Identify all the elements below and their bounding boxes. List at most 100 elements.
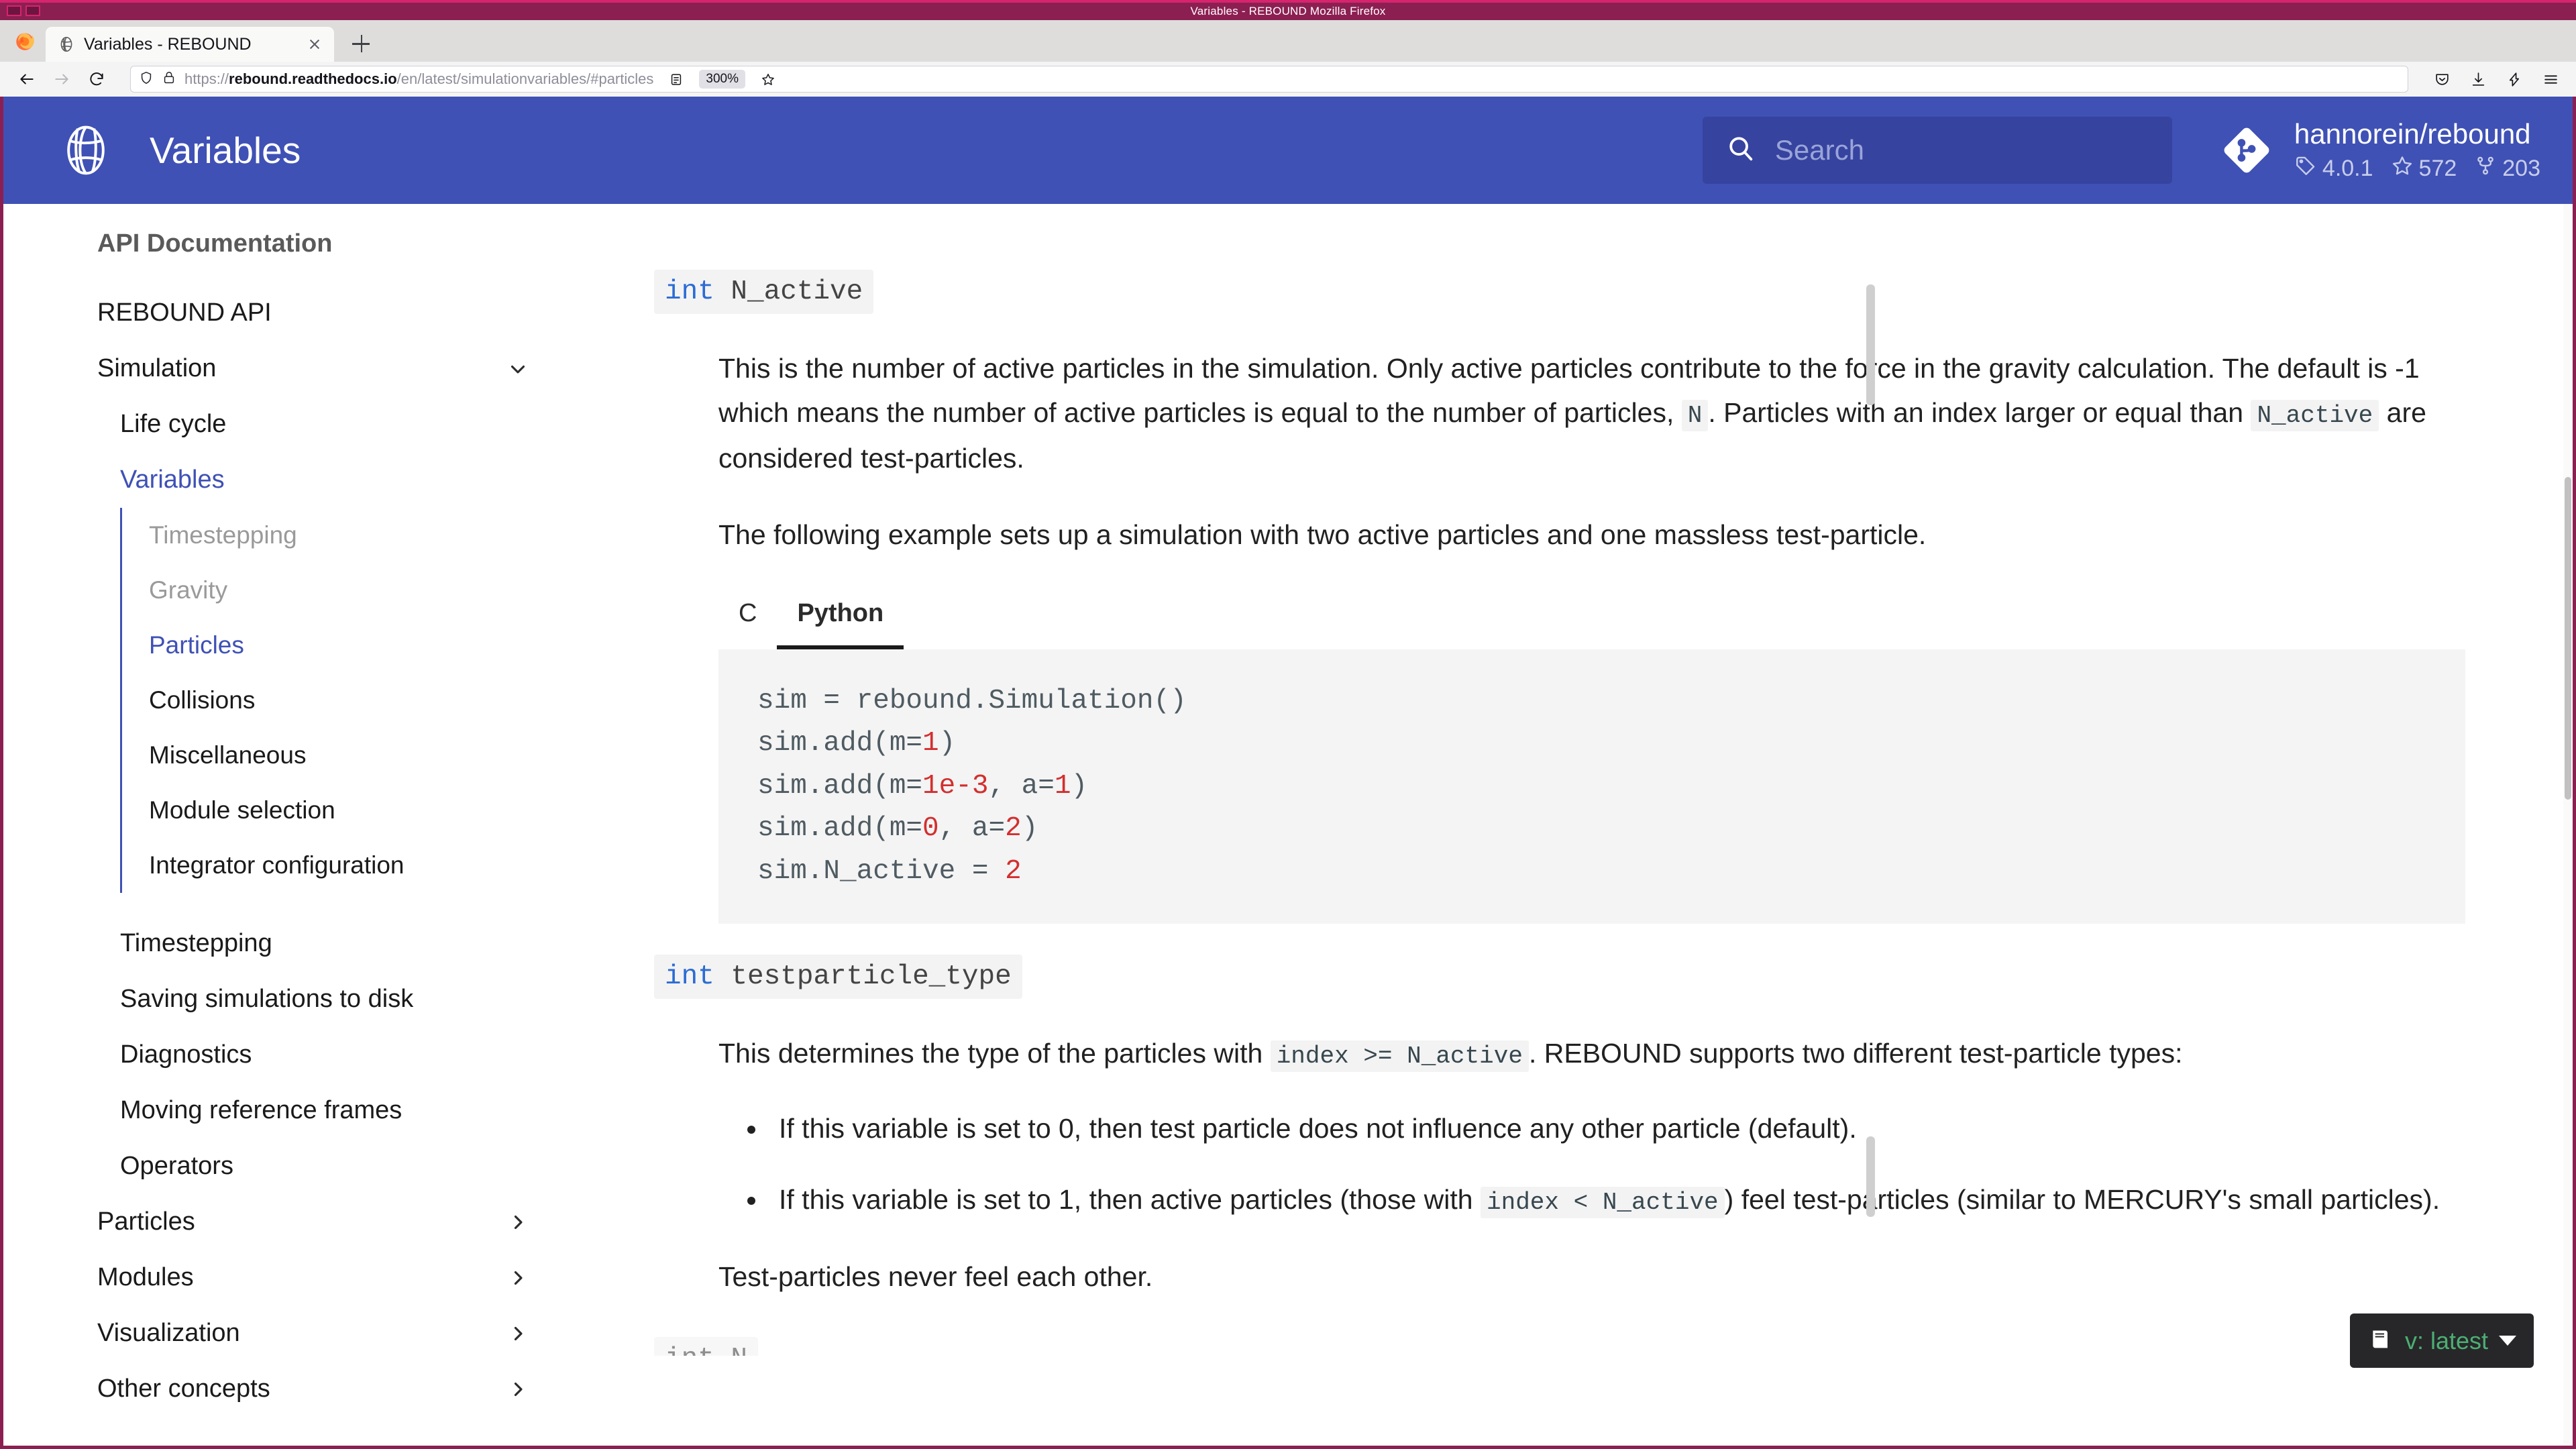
page-viewport: Variables Search hannorein/rebound 4.0.1… — [0, 97, 2576, 1449]
version-selector[interactable]: v: latest — [2349, 1313, 2534, 1368]
sidebar-navigation: API Documentation REBOUND API Simulation… — [3, 204, 567, 1446]
browser-actions — [2420, 66, 2565, 93]
search-icon — [1725, 133, 1756, 168]
account-icon[interactable] — [2500, 66, 2529, 93]
sidebar-subnav: Timestepping Gravity Particles Collision… — [120, 508, 529, 893]
code-line: sim.add(m=1) — [757, 728, 956, 759]
browser-tab[interactable]: Variables - REBOUND — [46, 27, 334, 62]
code-line: sim.add(m=1e-3, a=1) — [757, 770, 1088, 802]
browser-chrome: Variables - REBOUND https://rebound.read… — [0, 20, 2576, 97]
scrollbar-thumb[interactable] — [2565, 477, 2571, 800]
paragraph-closing: Test-particles never feel each other. — [718, 1261, 1153, 1293]
window-maximize-button[interactable] — [25, 5, 40, 16]
sidebar-item-operators[interactable]: Operators — [97, 1138, 529, 1194]
sidebar-subitem-collisions[interactable]: Collisions — [122, 673, 529, 728]
firefox-logo-icon — [4, 20, 46, 62]
sidebar-item-life-cycle[interactable]: Life cycle — [97, 396, 529, 452]
url-scheme: https:// — [184, 70, 229, 87]
application-menu-icon[interactable] — [2536, 66, 2565, 93]
sidebar-item-label: REBOUND API — [97, 299, 272, 327]
close-icon[interactable] — [305, 34, 325, 54]
sidebar-divider — [97, 893, 529, 916]
back-button[interactable] — [11, 66, 43, 93]
page-scrollbar[interactable] — [2563, 204, 2573, 1446]
content-scrollbar-secondary[interactable] — [1866, 1136, 1875, 1217]
url-path: /en/latest/simulationvariables/#particle… — [396, 70, 654, 87]
tab-title: Variables - REBOUND — [84, 34, 252, 54]
lock-icon[interactable] — [162, 70, 176, 89]
brand[interactable]: Variables — [57, 121, 301, 179]
sidebar-item-label: Other concepts — [97, 1375, 270, 1403]
signature-type: int — [665, 961, 714, 993]
paragraph-example-intro: The following example sets up a simulati… — [718, 519, 1927, 551]
url-host: rebound.readthedocs.io — [229, 70, 397, 87]
sidebar-item-label: Simulation — [97, 354, 217, 382]
window-titlebar: Variables - REBOUND Mozilla Firefox — [0, 0, 2576, 20]
chevron-right-icon[interactable] — [506, 1211, 529, 1234]
chevron-right-icon[interactable] — [506, 1378, 529, 1401]
sidebar-item-modules[interactable]: Modules — [97, 1250, 529, 1305]
sidebar-item-label: Life cycle — [120, 410, 227, 438]
paragraph-text: . Particles with an index larger or equa… — [1708, 397, 2244, 429]
version-label: v: latest — [2404, 1326, 2488, 1354]
chevron-right-icon[interactable] — [506, 1267, 529, 1289]
code-content: sim = rebound.Simulation() sim.add(m=1) … — [757, 680, 2426, 894]
sidebar-item-moving-reference-frames[interactable]: Moving reference frames — [97, 1083, 529, 1138]
sidebar-scrollbar[interactable] — [1866, 284, 1875, 405]
version-value: 4.0.1 — [2322, 155, 2373, 181]
sidebar-item-simulation[interactable]: Simulation — [97, 341, 529, 396]
sidebar-item-saving-simulations-to-disk[interactable]: Saving simulations to disk — [97, 971, 529, 1027]
sidebar-item-diagnostics[interactable]: Diagnostics — [97, 1027, 529, 1083]
tab-python[interactable]: Python — [777, 599, 904, 649]
sidebar-item-label: Timestepping — [149, 521, 297, 549]
signature-name: N_active — [731, 276, 863, 307]
sidebar-item-label: Miscellaneous — [149, 741, 307, 769]
sidebar-item-other-concepts[interactable]: Other concepts — [97, 1361, 529, 1417]
chevron-right-icon[interactable] — [506, 1322, 529, 1345]
list-item-text: ) feel test-particles (similar to MERCUR… — [1724, 1183, 2440, 1215]
sidebar-subitem-particles[interactable]: Particles — [122, 618, 529, 673]
new-tab-button[interactable] — [346, 29, 376, 58]
save-to-pocket-icon[interactable] — [2427, 66, 2457, 93]
site-header: Variables Search hannorein/rebound 4.0.1… — [3, 97, 2573, 204]
sidebar-item-label: Gravity — [149, 576, 228, 604]
repository-link[interactable]: hannorein/rebound 4.0.1 572 203 — [2223, 118, 2540, 183]
sidebar-item-particles-section[interactable]: Particles — [97, 1194, 529, 1250]
sidebar-item-visualization[interactable]: Visualization — [97, 1305, 529, 1361]
reload-button[interactable] — [80, 66, 113, 93]
git-icon — [2223, 127, 2270, 174]
sidebar-subitem-module-selection[interactable]: Module selection — [122, 783, 529, 838]
tag-icon — [2294, 154, 2317, 183]
inline-code-n: N — [1681, 400, 1709, 432]
bookmark-star-icon[interactable] — [753, 66, 783, 93]
page-body: API Documentation REBOUND API Simulation… — [3, 204, 2573, 1446]
downloads-icon[interactable] — [2463, 66, 2493, 93]
tab-c[interactable]: C — [718, 599, 777, 649]
code-block-python: sim = rebound.Simulation() sim.add(m=1) … — [718, 649, 2465, 924]
signature-name: testparticle_type — [731, 961, 1012, 993]
list-item-text: If this variable is set to 1, then activ… — [779, 1183, 1473, 1215]
repository-name: hannorein/rebound — [2294, 117, 2531, 150]
shield-icon[interactable] — [139, 70, 154, 89]
sidebar-item-timestepping[interactable]: Timestepping — [97, 916, 529, 971]
sidebar-item-variables[interactable]: Variables — [97, 452, 529, 508]
reader-mode-icon[interactable] — [661, 66, 691, 93]
zoom-level-indicator[interactable]: 300% — [699, 70, 745, 89]
url-bar[interactable]: https://rebound.readthedocs.io/en/latest… — [130, 66, 2408, 93]
window-minimize-button[interactable] — [7, 5, 21, 16]
sidebar-subitem-timestepping[interactable]: Timestepping — [122, 508, 529, 563]
sidebar-subitem-integrator-configuration[interactable]: Integrator configuration — [122, 838, 529, 893]
inline-code-n-active: N_active — [2251, 400, 2379, 432]
search-input[interactable]: Search — [1702, 117, 2172, 184]
sidebar-subitem-miscellaneous[interactable]: Miscellaneous — [122, 728, 529, 783]
forward-button[interactable] — [46, 66, 78, 93]
sidebar-item-rebound-api[interactable]: REBOUND API — [97, 285, 529, 341]
chevron-down-icon[interactable] — [506, 358, 529, 380]
sidebar-item-label: Visualization — [97, 1319, 240, 1347]
forks-value: 203 — [2502, 155, 2540, 181]
sidebar-subitem-gravity[interactable]: Gravity — [122, 563, 529, 618]
sidebar-item-label: Saving simulations to disk — [120, 985, 414, 1013]
code-line: sim = rebound.Simulation() — [757, 685, 1187, 716]
code-line: sim.add(m=0, a=2) — [757, 813, 1038, 845]
sidebar-item-label: Variables — [120, 466, 225, 494]
